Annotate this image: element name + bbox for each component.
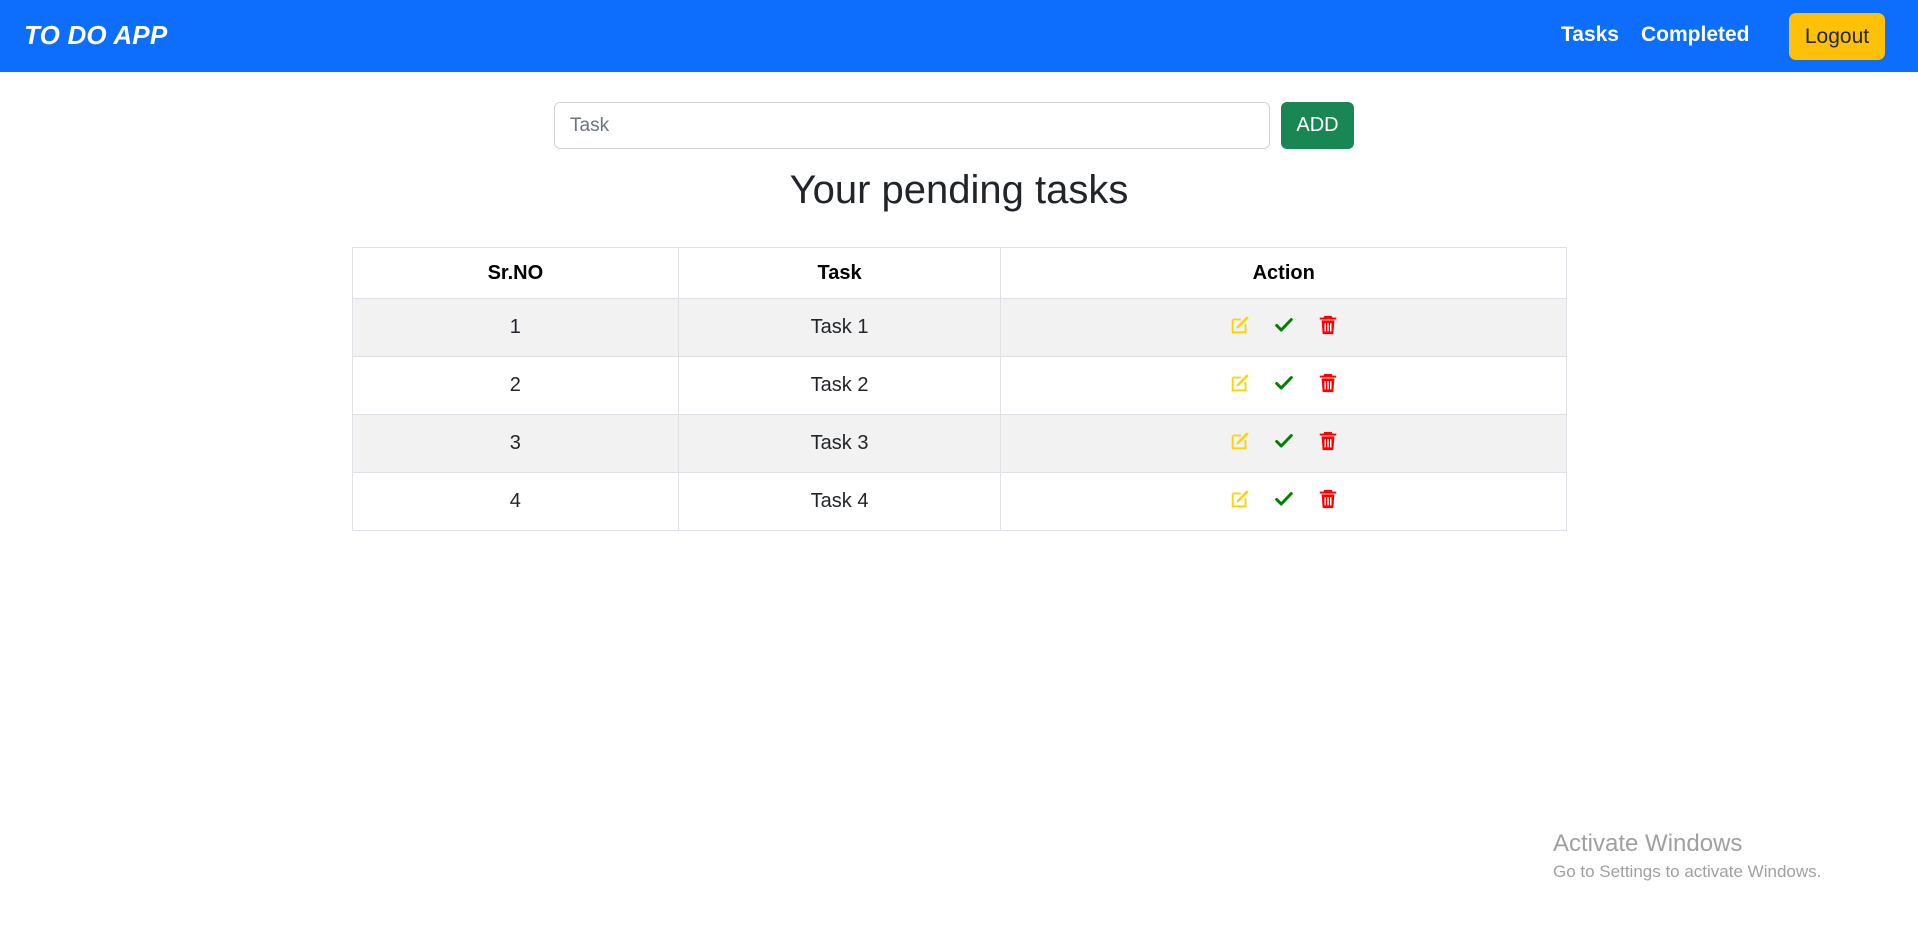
tasks-table: Sr.NO Task Action 1 Task 1 2 Task 2 3 Ta… xyxy=(352,247,1567,531)
cell-task: Task 1 xyxy=(677,298,1002,357)
cell-sr-no: 2 xyxy=(352,356,679,415)
check-icon[interactable] xyxy=(1273,488,1295,510)
trash-icon[interactable] xyxy=(1317,314,1339,336)
cell-task: Task 3 xyxy=(677,414,1002,473)
cell-task: Task 4 xyxy=(677,472,1002,531)
cell-task: Task 2 xyxy=(677,356,1002,415)
check-icon[interactable] xyxy=(1273,372,1295,394)
header-sr-no: Sr.NO xyxy=(352,247,679,299)
check-icon[interactable] xyxy=(1273,430,1295,452)
page-title: Your pending tasks xyxy=(789,168,1129,212)
check-icon[interactable] xyxy=(1273,314,1295,336)
table-row: 4 Task 4 xyxy=(352,472,1567,531)
cell-actions xyxy=(1000,472,1567,531)
watermark-title: Activate Windows xyxy=(1553,830,1743,857)
nav-link-tasks[interactable]: Tasks xyxy=(1561,23,1619,47)
add-task-button[interactable]: ADD xyxy=(1281,102,1354,149)
table-row: 2 Task 2 xyxy=(352,356,1567,415)
watermark-subtitle: Go to Settings to activate Windows. xyxy=(1553,862,1822,881)
table-header-row: Sr.NO Task Action xyxy=(352,247,1567,299)
task-input[interactable] xyxy=(554,102,1270,149)
cell-sr-no: 3 xyxy=(352,414,679,473)
header-action: Action xyxy=(1000,247,1567,299)
logout-button[interactable]: Logout xyxy=(1789,13,1885,60)
edit-icon[interactable] xyxy=(1229,488,1251,510)
cell-actions xyxy=(1000,356,1567,415)
activate-windows-watermark: Activate Windows Go to Settings to activ… xyxy=(1553,829,1821,883)
table-row: 3 Task 3 xyxy=(352,414,1567,473)
edit-icon[interactable] xyxy=(1229,314,1251,336)
edit-icon[interactable] xyxy=(1229,372,1251,394)
edit-icon[interactable] xyxy=(1229,430,1251,452)
nav-link-completed[interactable]: Completed xyxy=(1641,23,1750,47)
trash-icon[interactable] xyxy=(1317,430,1339,452)
navbar: TO DO APP Tasks Completed Logout xyxy=(0,0,1918,72)
cell-sr-no: 4 xyxy=(352,472,679,531)
trash-icon[interactable] xyxy=(1317,372,1339,394)
trash-icon[interactable] xyxy=(1317,488,1339,510)
app-brand[interactable]: TO DO APP xyxy=(24,20,167,51)
cell-actions xyxy=(1000,298,1567,357)
header-task: Task xyxy=(677,247,1002,299)
cell-sr-no: 1 xyxy=(352,298,679,357)
cell-actions xyxy=(1000,414,1567,473)
table-row: 1 Task 1 xyxy=(352,298,1567,357)
